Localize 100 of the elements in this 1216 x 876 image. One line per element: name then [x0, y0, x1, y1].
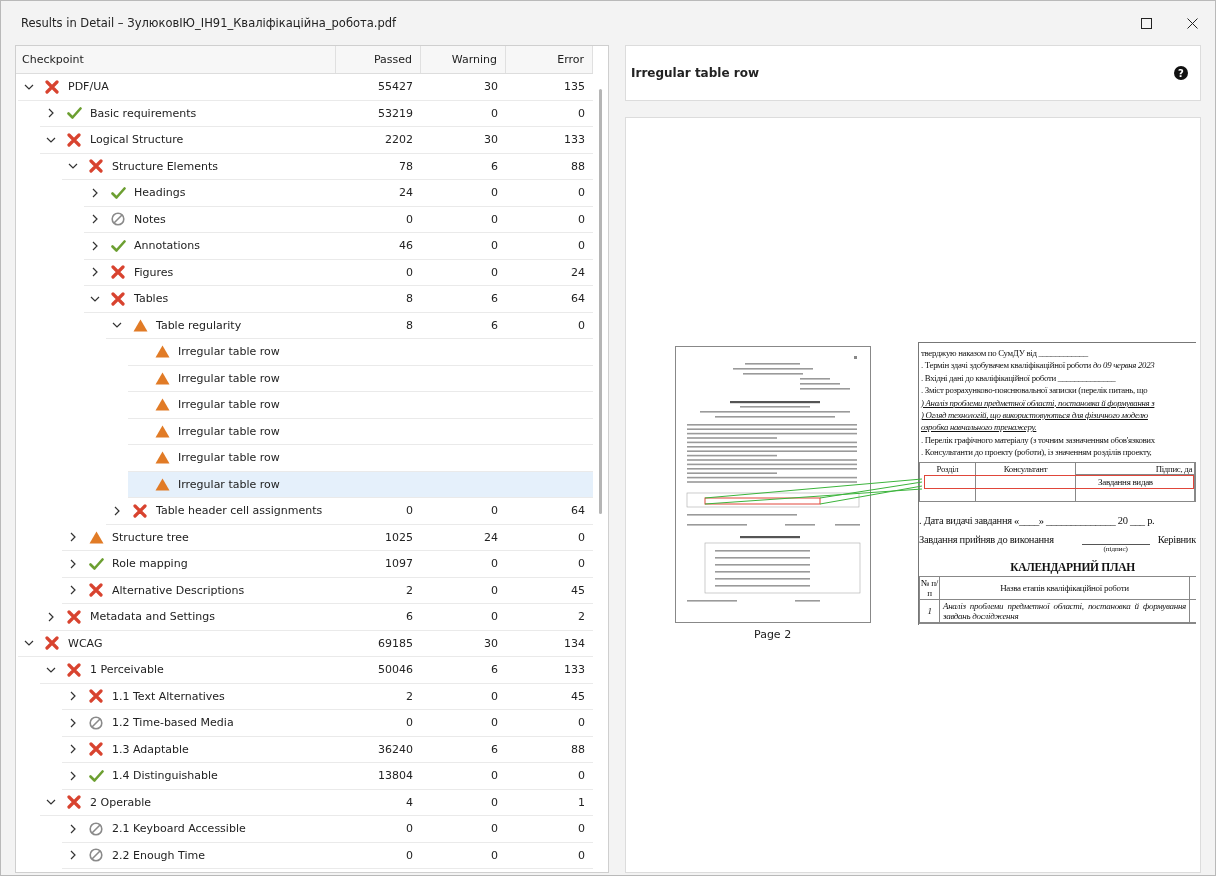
checkpoint-label: Metadata and Settings [90, 610, 215, 624]
tree-row[interactable]: 1.2 Time-based Media 0 0 0 [62, 710, 593, 737]
tree-row[interactable]: Notes 0 0 0 [84, 206, 593, 233]
tree-row[interactable]: Tables 8 6 64 [84, 286, 593, 313]
passed-count: 55427 [378, 80, 413, 94]
warning-count: 0 [491, 186, 498, 200]
tree-row[interactable]: Alternative Descriptions 2 0 45 [62, 577, 593, 604]
plan-title: КАЛЕНДАРНИЙ ПЛАН [1009, 560, 1136, 573]
column-header[interactable]: Checkpoint [16, 46, 336, 73]
error-count: 0 [578, 848, 585, 862]
warning-count: 0 [491, 106, 498, 120]
tree-row[interactable]: Irregular table row [128, 445, 593, 472]
prohibited-icon [111, 212, 125, 227]
warning-count: 6 [491, 159, 498, 173]
tree-row[interactable]: 1.3 Adaptable 36240 6 88 [62, 736, 593, 763]
passed-count: 0 [406, 504, 413, 518]
passed-count: 36240 [378, 742, 413, 756]
document-text-line: тверджую наказом по СумДУ від ____________ [920, 347, 1089, 360]
page-thumbnail-drawing[interactable] [675, 346, 871, 623]
tree-row[interactable]: Annotations 46 0 0 [84, 233, 593, 260]
tree-row[interactable]: 1 Perceivable 50046 6 133 [40, 657, 593, 684]
error-icon [89, 159, 103, 174]
tree-row[interactable]: Figures 0 0 24 [84, 259, 593, 286]
tree-row[interactable]: 2.1 Keyboard Accessible 0 0 0 [62, 816, 593, 843]
warning-count: 6 [491, 663, 498, 677]
tree-row[interactable]: Structure Elements 78 6 88 [62, 153, 593, 180]
checkpoint-label: Structure Elements [112, 159, 218, 173]
warning-triangle-icon [154, 345, 170, 359]
tree-row[interactable]: Table regularity 8 6 0 [106, 312, 593, 339]
document-text-line: озробка навчального тренажеру. [920, 421, 1038, 434]
error-count: 0 [578, 530, 585, 544]
tree-row[interactable]: Basic requirements 53219 0 0 [40, 100, 593, 127]
warning-count: 0 [491, 822, 498, 836]
warning-count: 0 [491, 212, 498, 226]
error-count: 1 [578, 795, 585, 809]
error-count: 0 [578, 106, 585, 120]
warning-count: 0 [491, 504, 498, 518]
checkpoint-label: 2.1 Keyboard Accessible [112, 822, 246, 836]
tree-row[interactable]: Metadata and Settings 6 0 2 [40, 604, 593, 631]
tree-row[interactable]: Role mapping 1097 0 0 [62, 551, 593, 578]
scrollbar-thumb[interactable] [599, 89, 602, 514]
warning-count: 0 [491, 716, 498, 730]
tree-row[interactable]: WCAG 69185 30 134 [18, 630, 593, 657]
detail-title: Irregular table row [631, 66, 759, 80]
passed-count: 2202 [385, 133, 413, 147]
checkpoint-label: Irregular table row [178, 424, 280, 438]
warning-triangle-icon [88, 530, 104, 544]
document-text-line: . Консультанти до проекту (роботи), із значенням розділів проекту, [920, 446, 1153, 459]
error-icon [89, 742, 103, 757]
tree-row[interactable]: Table header cell assignments 0 0 64 [106, 498, 593, 525]
error-count: 64 [571, 292, 585, 306]
tree-row[interactable]: 2.2 Enough Time 0 0 0 [62, 842, 593, 869]
document-text-line: . Зміст розрахунково-пояснювальної записки (перелік питань, що [920, 384, 1149, 397]
passed-count: 1097 [385, 557, 413, 571]
error-icon [45, 636, 59, 651]
help-icon[interactable]: ? [1174, 66, 1188, 80]
tree-row[interactable]: Headings 24 0 0 [84, 180, 593, 207]
warning-count: 0 [491, 769, 498, 783]
tree-row[interactable]: Irregular table row [128, 471, 593, 498]
column-header[interactable]: Warning [421, 46, 506, 73]
checkpoint-label: 2 Operable [90, 795, 151, 809]
tree-row[interactable]: Irregular table row [128, 418, 593, 445]
checkpoint-label: 1.4 Distinguishable [112, 769, 218, 783]
column-header[interactable]: Passed [336, 46, 421, 73]
table-header-cell-text: Консультант [1003, 463, 1048, 476]
tree-row[interactable]: 1.4 Distinguishable 13804 0 0 [62, 763, 593, 790]
passed-count: 4 [406, 795, 413, 809]
error-icon [67, 795, 81, 810]
tree-row[interactable]: Irregular table row [128, 339, 593, 366]
checkpoint-label: 1.1 Text Alternatives [112, 689, 225, 703]
warning-count: 6 [491, 318, 498, 332]
warning-count: 6 [491, 742, 498, 756]
warning-count: 0 [491, 689, 498, 703]
table-header-cell: Підпис, да [1076, 462, 1194, 475]
tree-row[interactable]: Irregular table row [128, 365, 593, 392]
tree-row[interactable]: Structure tree 1025 24 0 [62, 524, 593, 551]
document-text-line: Керівник [1157, 533, 1196, 545]
checkpoint-label: PDF/UA [68, 80, 109, 94]
document-text-line: ) Аналіз проблеми предметної області, постановка й формування з [920, 396, 1156, 409]
error-icon [45, 79, 59, 94]
passed-count: 50046 [378, 663, 413, 677]
passed-count: 2 [406, 583, 413, 597]
checkpoint-label: WCAG [68, 636, 103, 650]
prohibited-icon [89, 715, 103, 730]
checkpoint-label: Logical Structure [90, 133, 184, 147]
tree-row[interactable]: Irregular table row [128, 392, 593, 419]
checkpoint-label: 1 Perceivable [90, 663, 164, 677]
passed-count: 13804 [378, 769, 413, 783]
close-icon [1186, 17, 1198, 29]
error-count: 24 [571, 265, 585, 279]
tree-row[interactable]: PDF/UA 55427 30 135 [18, 74, 593, 101]
warning-count: 0 [491, 265, 498, 279]
tree-row[interactable]: 1.1 Text Alternatives 2 0 45 [62, 683, 593, 710]
checkpoint-label: Tables [134, 292, 169, 306]
document-text-line: ) Огляд технологій, що використовуються для фізичного моделю [920, 408, 1149, 422]
warning-triangle-icon [154, 477, 170, 491]
tree-row[interactable]: 2 Operable 4 0 1 [40, 789, 593, 816]
warning-count: 0 [491, 239, 498, 253]
tree-row[interactable]: Logical Structure 2202 30 133 [40, 127, 593, 154]
passed-count: 0 [406, 716, 413, 730]
